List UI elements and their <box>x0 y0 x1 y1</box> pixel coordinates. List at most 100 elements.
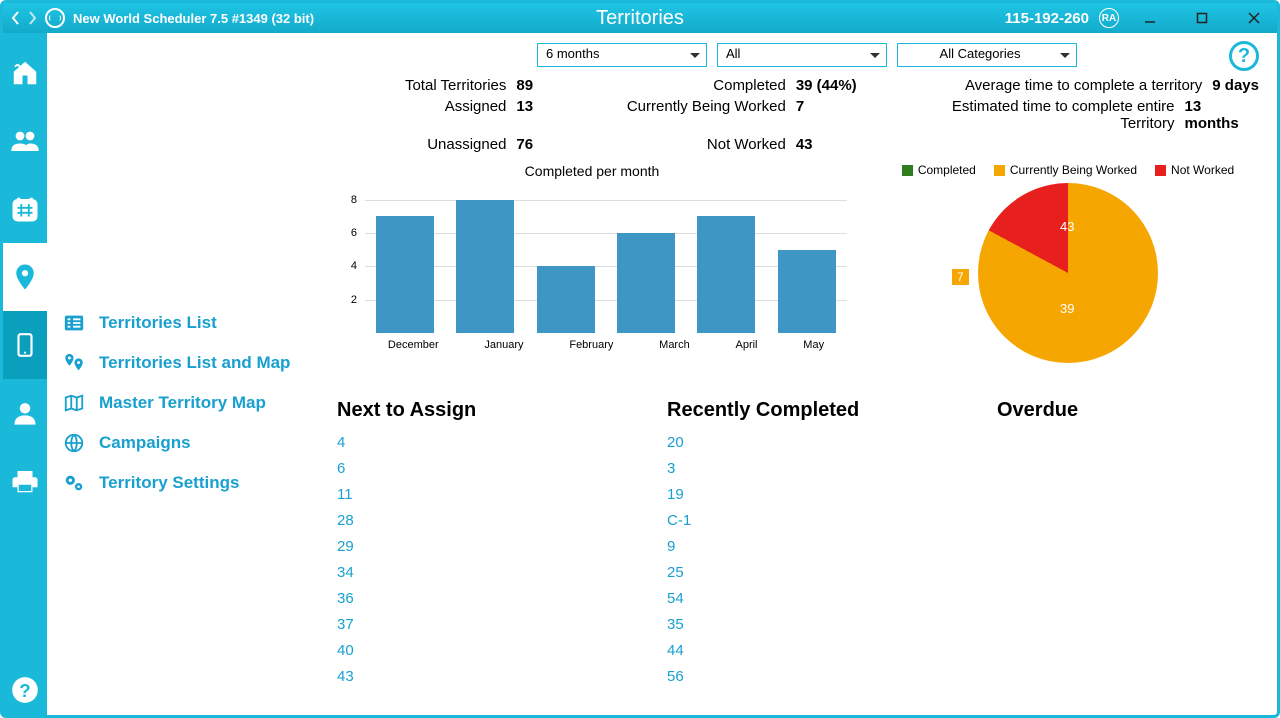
pie-chart: Completed Currently Being Worked Not Wor… <box>877 163 1259 383</box>
next-assign-item[interactable]: 29 <box>337 534 647 560</box>
stat-value: 9 days <box>1212 77 1259 94</box>
window-close-button[interactable] <box>1233 3 1275 33</box>
pie-legend: Completed Currently Being Worked Not Wor… <box>902 163 1234 177</box>
list-icon <box>61 312 87 334</box>
bar <box>537 266 595 333</box>
categories-select[interactable]: All Categories <box>897 43 1077 67</box>
help-button[interactable]: ? <box>1229 41 1259 71</box>
legend-label: Not Worked <box>1171 163 1234 177</box>
submenu-label: Master Territory Map <box>99 393 266 413</box>
next-assign-item[interactable]: 37 <box>337 612 647 638</box>
pie-slice-label: 39 <box>1060 301 1074 316</box>
nav-rail: ? <box>3 33 47 715</box>
gears-icon <box>61 472 87 494</box>
nav-forward-button[interactable] <box>25 11 39 25</box>
rail-calendar[interactable] <box>3 175 47 243</box>
bar-x-label: January <box>484 339 523 351</box>
stat-value: 13 <box>516 98 596 132</box>
workers-select[interactable]: All <box>717 43 887 67</box>
next-assign-item[interactable]: 36 <box>337 586 647 612</box>
list-header: Recently Completed <box>667 399 977 422</box>
stats-grid: Total Territories89 Completed39 (44%) Av… <box>337 77 1259 153</box>
next-assign-item[interactable]: 28 <box>337 508 647 534</box>
next-assign-item[interactable]: 6 <box>337 456 647 482</box>
submenu-territories-list-map[interactable]: Territories List and Map <box>61 343 327 383</box>
categories-value: All Categories <box>940 46 1021 61</box>
bar <box>617 233 675 333</box>
submenu-label: Territories List <box>99 313 217 333</box>
recent-completed-item[interactable]: 44 <box>667 638 977 664</box>
bar-x-label: December <box>388 339 439 351</box>
list-header: Next to Assign <box>337 399 647 422</box>
submenu-master-map[interactable]: Master Territory Map <box>61 383 327 423</box>
recent-completed-item[interactable]: 25 <box>667 560 977 586</box>
recent-completed-item[interactable]: 56 <box>667 664 977 690</box>
pie-graphic: 43 39 7 <box>978 183 1158 363</box>
app-title: New World Scheduler 7.5 #1349 (32 bit) <box>73 11 314 26</box>
workers-value: All <box>726 46 740 61</box>
next-assign-item[interactable]: 11 <box>337 482 647 508</box>
next-assign-item[interactable]: 34 <box>337 560 647 586</box>
overdue-list: Overdue <box>997 399 1247 690</box>
stat-label: Unassigned <box>427 136 506 153</box>
rail-territories[interactable] <box>3 243 47 311</box>
stat-value: 89 <box>516 77 596 94</box>
bar-x-label: February <box>569 339 613 351</box>
rail-user[interactable] <box>3 379 47 447</box>
recent-completed-item[interactable]: 9 <box>667 534 977 560</box>
stat-label: Estimated time to complete entire Territ… <box>896 98 1175 132</box>
recent-completed-item[interactable]: C-1 <box>667 508 977 534</box>
map-icon <box>61 392 87 414</box>
globe-icon <box>45 8 65 28</box>
bar <box>456 200 514 333</box>
window-maximize-button[interactable] <box>1181 3 1223 33</box>
stat-value: 13 months <box>1185 98 1259 132</box>
nav-back-button[interactable] <box>9 11 23 25</box>
submenu-territories-list[interactable]: Territories List <box>61 303 327 343</box>
rail-mobile[interactable] <box>3 311 47 379</box>
period-select[interactable]: 6 months <box>537 43 707 67</box>
stat-value: 76 <box>516 136 596 153</box>
recently-completed-list: Recently Completed 20319C-192554354456 <box>667 399 977 690</box>
bar-chart: Completed per month 2468DecemberJanuaryF… <box>337 163 847 383</box>
pins-icon <box>61 352 87 374</box>
pie-slice-label: 7 <box>952 269 969 285</box>
rail-print[interactable] <box>3 447 47 515</box>
stat-label: Total Territories <box>405 77 506 94</box>
bar <box>778 250 836 333</box>
rail-home[interactable] <box>3 39 47 107</box>
bar <box>697 216 755 333</box>
recent-completed-item[interactable]: 3 <box>667 456 977 482</box>
bar <box>376 216 434 333</box>
main-content: ? 6 months All All Categories Total Terr… <box>327 33 1277 715</box>
submenu-label: Campaigns <box>99 433 191 453</box>
session-id: 115-192-260 <box>1005 10 1089 27</box>
window-minimize-button[interactable] <box>1129 3 1171 33</box>
pie-slice-label: 43 <box>1060 219 1074 234</box>
submenu-campaigns[interactable]: Campaigns <box>61 423 327 463</box>
stat-value: 7 <box>796 98 876 132</box>
rail-people[interactable] <box>3 107 47 175</box>
user-badge[interactable]: RA <box>1099 8 1119 28</box>
page-title: Territories <box>596 7 684 30</box>
stat-value: 39 (44%) <box>796 77 876 94</box>
recent-completed-item[interactable]: 20 <box>667 430 977 456</box>
list-header: Overdue <box>997 399 1247 422</box>
next-assign-item[interactable]: 4 <box>337 430 647 456</box>
next-assign-item[interactable]: 40 <box>337 638 647 664</box>
recent-completed-item[interactable]: 35 <box>667 612 977 638</box>
legend-label: Currently Being Worked <box>1010 163 1137 177</box>
next-assign-item[interactable]: 43 <box>337 664 647 690</box>
recent-completed-item[interactable]: 54 <box>667 586 977 612</box>
recent-completed-item[interactable]: 19 <box>667 482 977 508</box>
stat-label: Currently Being Worked <box>627 98 786 132</box>
submenu-territory-settings[interactable]: Territory Settings <box>61 463 327 503</box>
bar-x-label: April <box>736 339 758 351</box>
filter-bar: 6 months All All Categories <box>537 43 1259 67</box>
period-value: 6 months <box>546 46 599 61</box>
stat-label: Average time to complete a territory <box>965 77 1202 94</box>
stat-label: Not Worked <box>707 136 786 153</box>
rail-help[interactable]: ? <box>3 665 47 715</box>
bar-chart-title: Completed per month <box>337 163 847 179</box>
next-to-assign-list: Next to Assign 461128293436374043 <box>337 399 647 690</box>
